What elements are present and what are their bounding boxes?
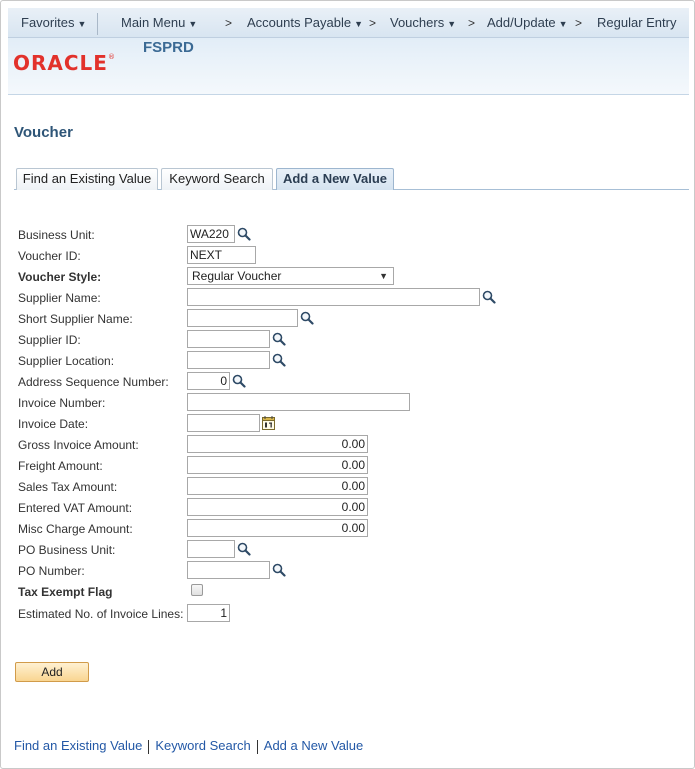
supplier-name-input[interactable] xyxy=(187,288,480,306)
supplier-location-lookup-icon[interactable] xyxy=(272,353,286,367)
page-header: Favorites ▼ Main Menu ▼ > Accounts Payable… xyxy=(8,8,689,95)
business-unit-lookup-icon[interactable] xyxy=(237,227,251,241)
supplier-id-lookup-icon[interactable] xyxy=(272,332,286,346)
po-number-label: PO Number: xyxy=(18,564,85,578)
supplier-location-input[interactable] xyxy=(187,351,270,369)
misc-charge-amount-label: Misc Charge Amount: xyxy=(18,522,133,536)
po-number-lookup-icon[interactable] xyxy=(272,563,286,577)
freight-amount-label: Freight Amount: xyxy=(18,459,103,473)
nav-favorites-label: Favorites xyxy=(21,15,75,30)
link-divider xyxy=(256,739,258,754)
logo-registered-mark: ® xyxy=(107,53,116,61)
gross-invoice-amount-input[interactable]: 0.00 xyxy=(187,435,368,453)
freight-amount-input[interactable]: 0.00 xyxy=(187,456,368,474)
po-number-input[interactable] xyxy=(187,561,270,579)
gross-invoice-amount-label: Gross Invoice Amount: xyxy=(18,438,139,452)
add-button[interactable]: Add xyxy=(15,662,89,682)
environment-name: FSPRD xyxy=(143,39,194,56)
breadcrumb-separator: > xyxy=(369,16,377,30)
po-business-unit-lookup-icon[interactable] xyxy=(237,542,251,556)
tab-add-new-value[interactable]: Add a New Value xyxy=(276,168,394,190)
tab-find-existing-value[interactable]: Find an Existing Value xyxy=(16,168,158,190)
chevron-down-icon: ▼ xyxy=(188,19,198,29)
business-unit-label: Business Unit: xyxy=(18,228,95,242)
sales-tax-amount-input[interactable]: 0.00 xyxy=(187,477,368,495)
tax-exempt-flag-label: Tax Exempt Flag xyxy=(18,585,113,599)
tab-keyword-search[interactable]: Keyword Search xyxy=(161,168,273,190)
estimated-invoice-lines-input[interactable]: 1 xyxy=(187,604,230,622)
short-supplier-name-input[interactable] xyxy=(187,309,298,327)
footer-links: Find an Existing Value Keyword Search Add … xyxy=(14,738,363,754)
entered-vat-amount-label: Entered VAT Amount: xyxy=(18,501,133,515)
nav-regular-entry[interactable]: Regular Entry xyxy=(597,8,676,38)
invoice-date-input[interactable] xyxy=(187,414,260,432)
logo-text: ORACLE xyxy=(13,51,108,75)
breadcrumb-separator: > xyxy=(575,16,583,30)
supplier-id-label: Supplier ID: xyxy=(18,333,81,347)
invoice-number-input[interactable] xyxy=(187,393,410,411)
supplier-id-input[interactable] xyxy=(187,330,270,348)
address-sequence-number-input[interactable]: 0 xyxy=(187,372,230,390)
supplier-name-label: Supplier Name: xyxy=(18,291,101,305)
estimated-invoice-lines-label: Estimated No. of Invoice Lines: xyxy=(18,607,184,621)
nav-accounts-payable-label: Accounts Payable xyxy=(247,15,352,30)
nav-regular-entry-label: Regular Entry xyxy=(597,15,677,30)
chevron-down-icon: ▼ xyxy=(558,19,568,29)
nav-vouchers-label: Vouchers xyxy=(390,15,445,30)
tax-exempt-flag-checkbox[interactable] xyxy=(191,584,203,596)
po-business-unit-label: PO Business Unit: xyxy=(18,543,116,557)
footer-link-find-existing-value[interactable]: Find an Existing Value xyxy=(14,738,142,753)
oracle-logo: ORACLE® xyxy=(13,51,116,75)
nav-main-menu-label: Main Menu xyxy=(121,15,186,30)
nav-divider xyxy=(97,13,98,35)
address-sequence-number-label: Address Sequence Number: xyxy=(18,375,169,389)
footer-link-add-new-value[interactable]: Add a New Value xyxy=(264,738,364,753)
business-unit-input[interactable]: WA220 xyxy=(187,225,235,243)
nav-favorites[interactable]: Favorites ▼ xyxy=(21,8,86,38)
invoice-number-label: Invoice Number: xyxy=(18,396,106,410)
calendar-icon[interactable] xyxy=(262,416,275,430)
chevron-down-icon: ▼ xyxy=(447,19,457,29)
chevron-down-icon: ▼ xyxy=(379,271,388,281)
voucher-id-label: Voucher ID: xyxy=(18,249,81,263)
breadcrumb-separator: > xyxy=(225,16,233,30)
po-business-unit-input[interactable] xyxy=(187,540,235,558)
address-sequence-lookup-icon[interactable] xyxy=(232,374,246,388)
nav-bar: Favorites ▼ Main Menu ▼ > Accounts Payable… xyxy=(8,8,689,38)
nav-accounts-payable[interactable]: Accounts Payable ▼ xyxy=(247,8,363,38)
supplier-location-label: Supplier Location: xyxy=(18,354,115,368)
chevron-down-icon: ▼ xyxy=(77,19,87,29)
app-window: Favorites ▼ Main Menu ▼ > Accounts Payable… xyxy=(0,0,695,769)
short-supplier-name-label: Short Supplier Name: xyxy=(18,312,133,326)
search-tabs: Find an Existing Value Keyword Search Ad… xyxy=(14,168,689,190)
voucher-style-select[interactable]: Regular Voucher ▼ xyxy=(187,267,394,285)
entered-vat-amount-input[interactable]: 0.00 xyxy=(187,498,368,516)
voucher-style-value: Regular Voucher xyxy=(192,269,282,283)
supplier-name-lookup-icon[interactable] xyxy=(482,290,496,304)
misc-charge-amount-input[interactable]: 0.00 xyxy=(187,519,368,537)
nav-vouchers[interactable]: Vouchers ▼ xyxy=(390,8,456,38)
link-divider xyxy=(148,739,150,754)
voucher-style-label: Voucher Style: xyxy=(18,270,102,284)
nav-main-menu[interactable]: Main Menu ▼ xyxy=(121,8,197,38)
nav-add-update-label: Add/Update xyxy=(487,15,556,30)
page-title: Voucher xyxy=(14,124,73,141)
footer-link-keyword-search[interactable]: Keyword Search xyxy=(155,738,250,753)
sales-tax-amount-label: Sales Tax Amount: xyxy=(18,480,118,494)
chevron-down-icon: ▼ xyxy=(354,19,363,29)
breadcrumb-separator: > xyxy=(468,16,476,30)
nav-add-update[interactable]: Add/Update ▼ xyxy=(487,8,568,38)
invoice-date-label: Invoice Date: xyxy=(18,417,89,431)
voucher-id-input[interactable]: NEXT xyxy=(187,246,256,264)
short-supplier-name-lookup-icon[interactable] xyxy=(300,311,314,325)
